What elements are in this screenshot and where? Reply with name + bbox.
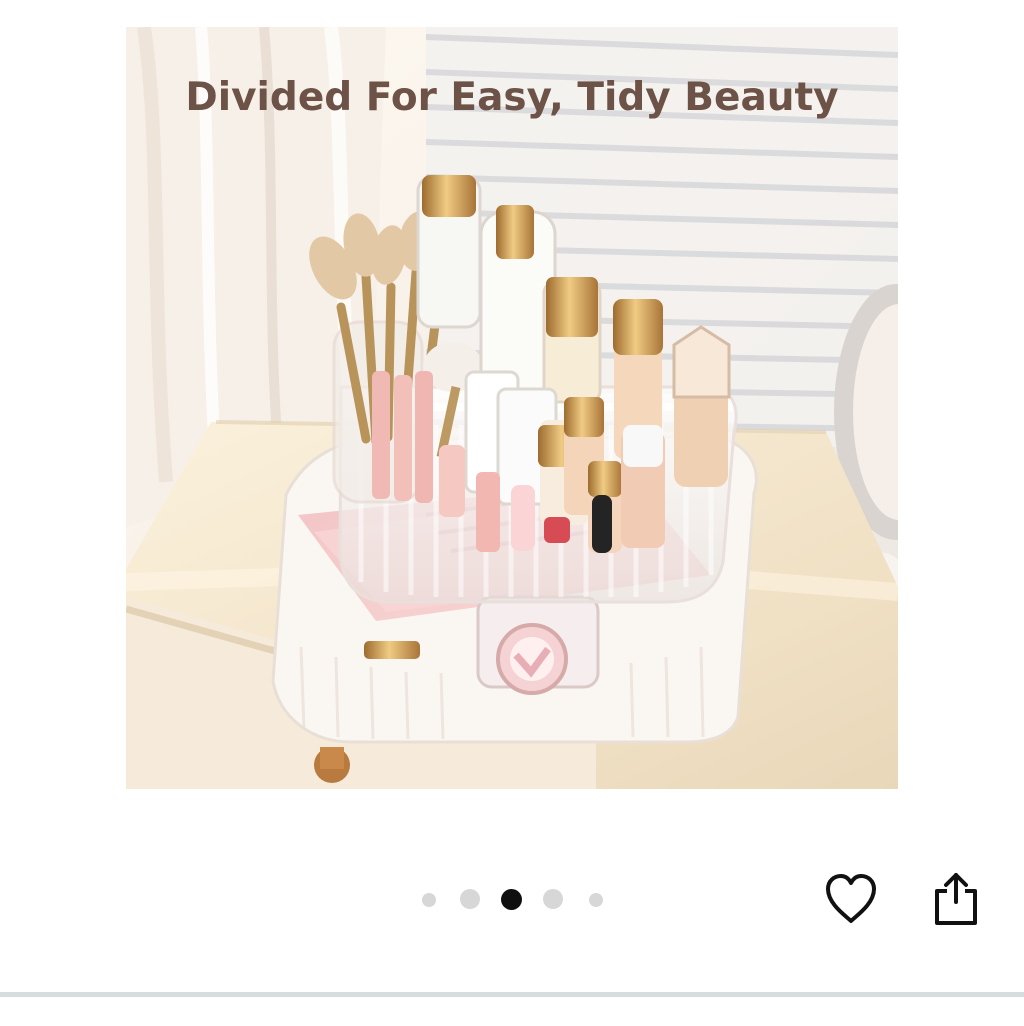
carousel-dot-1[interactable] [422, 893, 436, 907]
makeup-organizer-illustration [126, 27, 898, 789]
carousel-dot-3-active[interactable] [501, 889, 522, 910]
bottom-divider [0, 992, 1024, 997]
product-image-screen: Divided For Easy, Tidy Beauty [0, 0, 1024, 1026]
share-upload-icon [935, 873, 977, 925]
heart-outline-icon [826, 874, 876, 923]
image-headline: Divided For Easy, Tidy Beauty [185, 75, 839, 120]
carousel-dot-5[interactable] [589, 893, 603, 907]
image-carousel-indicator[interactable] [418, 884, 608, 916]
product-image[interactable]: Divided For Easy, Tidy Beauty [126, 27, 898, 789]
carousel-dot-4[interactable] [543, 889, 563, 909]
share-button[interactable] [925, 870, 987, 932]
favorite-button[interactable] [820, 870, 882, 932]
carousel-dot-2[interactable] [460, 889, 480, 909]
